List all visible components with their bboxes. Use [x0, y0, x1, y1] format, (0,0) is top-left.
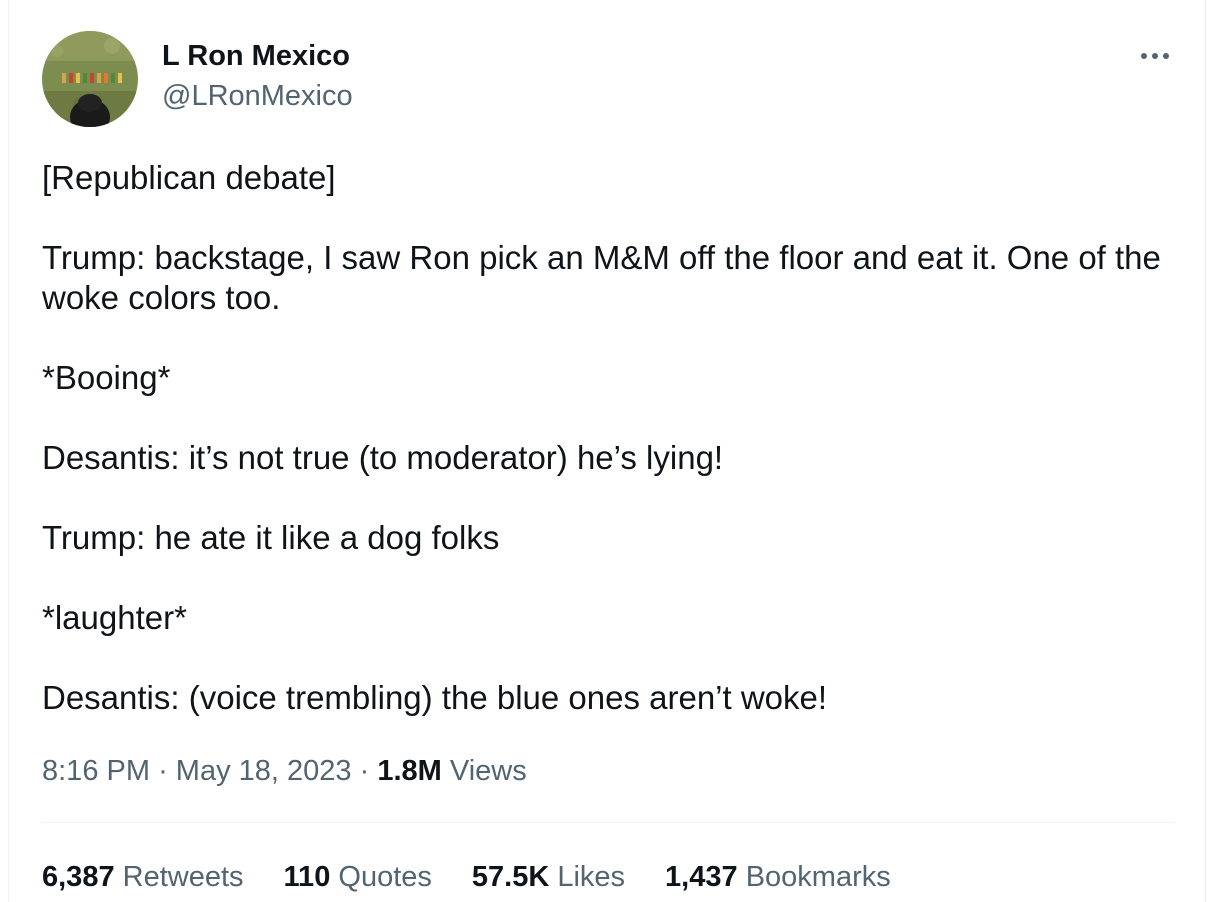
bookmarks-stat[interactable]: 1,437 Bookmarks	[665, 858, 891, 896]
tweet-paragraph: Trump: backstage, I saw Ron pick an M&M …	[42, 239, 1161, 316]
quotes-count: 110	[283, 861, 331, 893]
quotes-label: Quotes	[338, 861, 432, 893]
tweet-time[interactable]: 8:16 PM	[42, 755, 150, 787]
likes-label: Likes	[557, 861, 626, 893]
retweets-label: Retweets	[122, 861, 244, 893]
likes-count: 57.5K	[471, 861, 550, 893]
avatar-image-icon	[42, 31, 138, 127]
tweet-paragraph: *laughter*	[42, 599, 187, 636]
divider	[42, 822, 1174, 823]
quotes-stat[interactable]: 110 Quotes	[284, 858, 432, 896]
bookmarks-count: 1,437	[665, 861, 738, 893]
tweet-meta: 8:16 PM · May 18, 2023 · 1.8M Views	[42, 752, 527, 790]
retweets-stat[interactable]: 6,387 Retweets	[42, 858, 244, 896]
likes-stat[interactable]: 57.5K Likes	[472, 858, 625, 896]
tweet-card: L Ron Mexico @LRonMexico [Republican deb…	[8, 0, 1206, 902]
meta-separator: ·	[359, 755, 370, 787]
views-count: 1.8M	[377, 755, 442, 787]
tweet-paragraph: *Booing*	[42, 359, 171, 396]
tweet-paragraph: Desantis: it’s not true (to moderator) h…	[42, 439, 724, 476]
retweets-count: 6,387	[42, 861, 115, 893]
views-label: Views	[449, 755, 527, 787]
bookmarks-label: Bookmarks	[745, 861, 891, 893]
tweet-paragraph: [Republican debate]	[42, 159, 336, 196]
more-options-button[interactable]	[1133, 36, 1177, 76]
engagement-stats: 6,387 Retweets 110 Quotes 57.5K Likes 1,…	[42, 858, 891, 896]
author-avatar[interactable]	[42, 31, 138, 127]
meta-separator: ·	[158, 755, 168, 787]
author-handle[interactable]: @LRonMexico	[162, 78, 353, 114]
tweet-paragraph: Trump: he ate it like a dog folks	[42, 519, 500, 556]
author-name[interactable]: L Ron Mexico	[162, 38, 350, 74]
tweet-date[interactable]: May 18, 2023	[176, 755, 352, 787]
tweet-text: [Republican debate] Trump: backstage, I …	[42, 158, 1192, 718]
tweet-paragraph: Desantis: (voice trembling) the blue one…	[42, 679, 828, 716]
ellipsis-icon	[1141, 53, 1169, 59]
